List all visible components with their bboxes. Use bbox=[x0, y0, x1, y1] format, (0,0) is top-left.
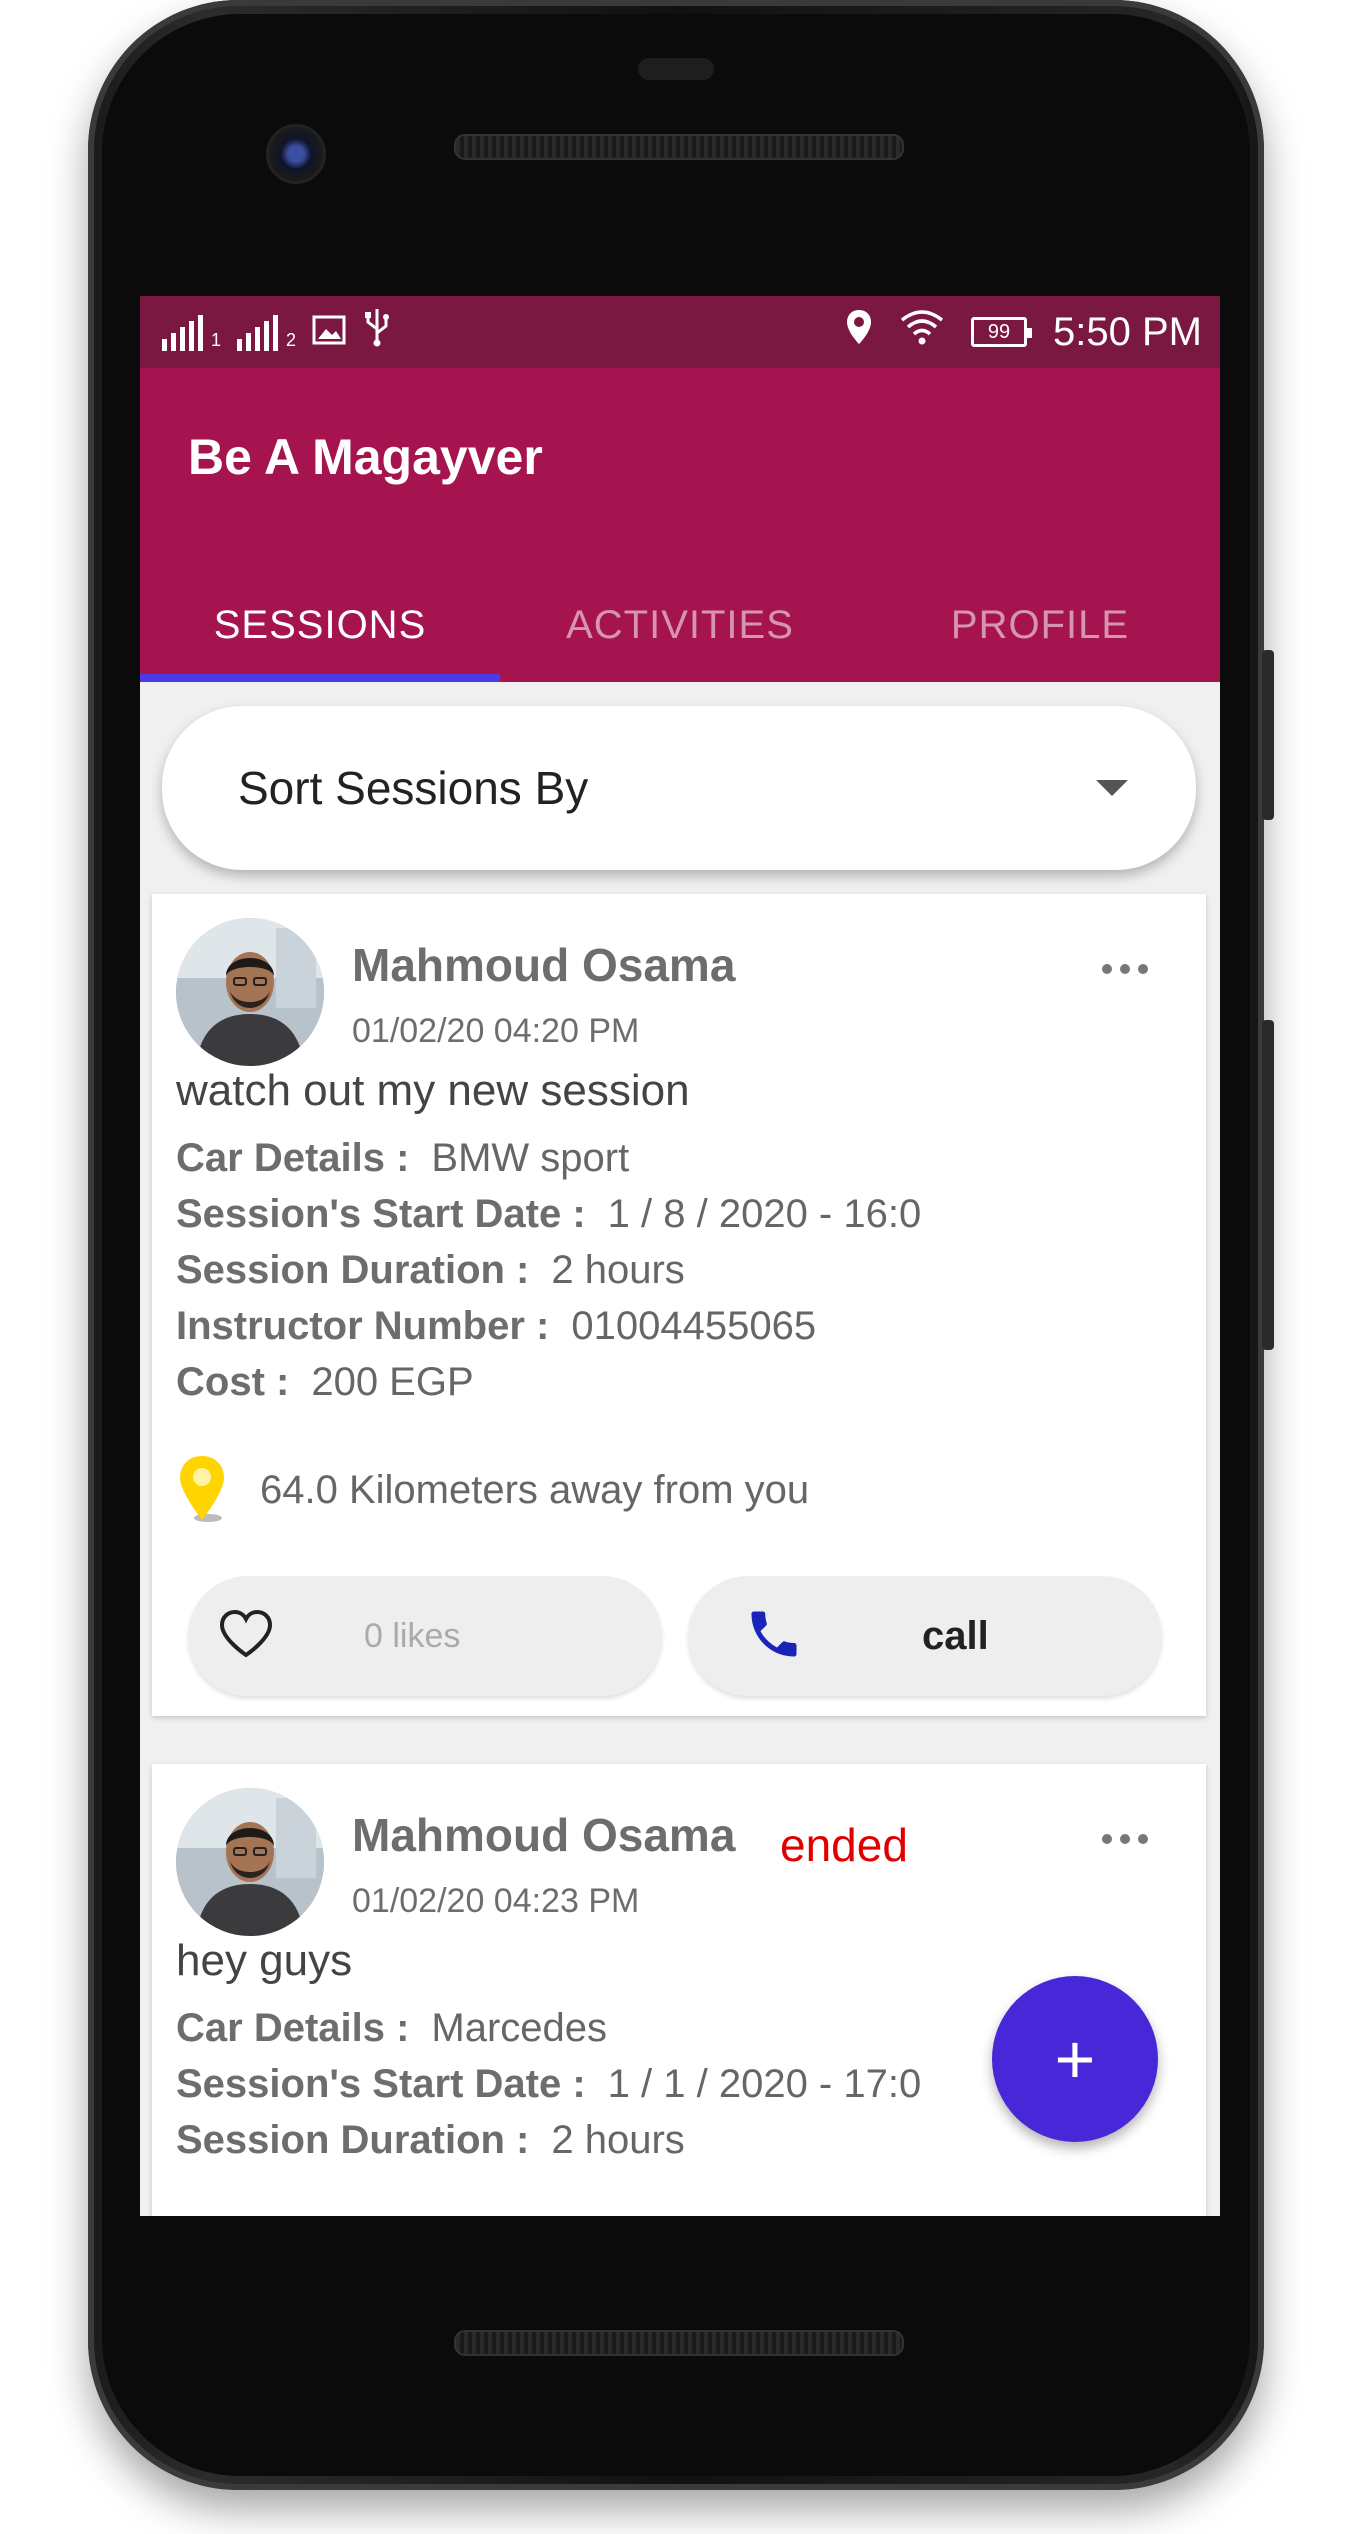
location-icon bbox=[845, 308, 873, 356]
battery-icon: 99 bbox=[971, 317, 1033, 347]
wifi-icon bbox=[899, 308, 945, 356]
field-duration: Session Duration : 2 hours bbox=[176, 1248, 685, 1293]
usb-icon bbox=[362, 307, 392, 357]
field-key: Instructor Number : bbox=[176, 1304, 550, 1348]
plus-icon: + bbox=[1054, 2020, 1096, 2098]
image-icon bbox=[312, 310, 346, 355]
field-key: Session Duration : bbox=[176, 1248, 530, 1292]
heart-icon bbox=[218, 1609, 274, 1664]
distance-text: 64.0 Kilometers away from you bbox=[260, 1468, 810, 1512]
power-button bbox=[1262, 650, 1274, 820]
field-key: Session Duration : bbox=[176, 2118, 530, 2162]
call-button[interactable]: call bbox=[688, 1576, 1162, 1696]
sort-sessions-dropdown[interactable]: Sort Sessions By bbox=[162, 706, 1196, 870]
field-start-date: Session's Start Date : 1 / 8 / 2020 - 16:… bbox=[176, 1192, 921, 1237]
field-instructor-number: Instructor Number : 01004455065 bbox=[176, 1304, 816, 1349]
field-key: Cost : bbox=[176, 1360, 290, 1404]
sim1-label: 1 bbox=[211, 330, 222, 350]
session-card[interactable]: Mahmoud Osama 01/02/20 04:20 PM watch ou… bbox=[152, 894, 1206, 1716]
field-value: 2 hours bbox=[551, 2118, 685, 2162]
like-button[interactable]: 0 likes bbox=[188, 1576, 662, 1696]
avatar[interactable] bbox=[176, 918, 324, 1066]
field-value: BMW sport bbox=[431, 1136, 630, 1180]
more-icon[interactable] bbox=[1102, 964, 1148, 974]
field-value: 2 hours bbox=[551, 1248, 685, 1292]
caret-down-icon bbox=[1096, 780, 1128, 796]
author-name[interactable]: Mahmoud Osama bbox=[352, 1808, 735, 1862]
volume-button bbox=[1262, 1020, 1274, 1350]
more-icon[interactable] bbox=[1102, 1834, 1148, 1844]
post-text: hey guys bbox=[176, 1936, 353, 1985]
front-camera bbox=[266, 124, 326, 184]
status-badge: ended bbox=[780, 1819, 908, 1871]
field-value: 200 EGP bbox=[311, 1360, 474, 1404]
call-label: call bbox=[922, 1613, 989, 1658]
sensor bbox=[638, 58, 714, 80]
post-timestamp: 01/02/20 04:20 PM bbox=[352, 1012, 640, 1050]
phone-icon bbox=[744, 1604, 804, 1669]
pin-icon bbox=[176, 1452, 232, 1529]
clock: 5:50 PM bbox=[1053, 309, 1202, 354]
tab-activities[interactable]: ACTIVITIES bbox=[500, 568, 860, 682]
field-value: 01004455065 bbox=[571, 1304, 817, 1348]
field-car-details: Car Details : Marcedes bbox=[176, 2006, 607, 2051]
field-car-details: Car Details : BMW sport bbox=[176, 1136, 629, 1181]
signal-icon: 2 bbox=[237, 313, 296, 351]
field-start-date: Session's Start Date : 1 / 1 / 2020 - 17:… bbox=[176, 2062, 921, 2107]
field-key: Car Details : bbox=[176, 2006, 410, 2050]
field-key: Session's Start Date : bbox=[176, 2062, 586, 2106]
field-cost: Cost : 200 EGP bbox=[176, 1360, 474, 1405]
tab-sessions[interactable]: SESSIONS bbox=[140, 568, 500, 682]
likes-count: 0 likes bbox=[364, 1616, 461, 1655]
tab-indicator bbox=[140, 674, 500, 682]
field-value: 1 / 1 / 2020 - 17:0 bbox=[607, 2062, 922, 2106]
field-value: 1 / 8 / 2020 - 16:0 bbox=[607, 1192, 922, 1236]
distance-row: 64.0 Kilometers away from you bbox=[176, 1452, 809, 1529]
sort-label: Sort Sessions By bbox=[238, 762, 589, 814]
app-title: Be A Magayver bbox=[188, 429, 543, 485]
field-value: Marcedes bbox=[431, 2006, 608, 2050]
field-key: Car Details : bbox=[176, 1136, 410, 1180]
tab-profile[interactable]: PROFILE bbox=[860, 568, 1220, 682]
app-screen: 1 2 99 5:50 PM Be A Magayver SESSIONS AC… bbox=[140, 296, 1220, 2216]
field-duration: Session Duration : 2 hours bbox=[176, 2118, 685, 2163]
post-text: watch out my new session bbox=[176, 1066, 690, 1115]
add-session-button[interactable]: + bbox=[992, 1976, 1158, 2142]
sim2-label: 2 bbox=[286, 330, 297, 350]
app-bar: Be A Magayver SESSIONS ACTIVITIES PROFIL… bbox=[140, 368, 1220, 682]
tab-bar: SESSIONS ACTIVITIES PROFILE bbox=[140, 568, 1220, 682]
signal-icon: 1 bbox=[162, 313, 221, 351]
bottom-speaker bbox=[454, 2330, 904, 2356]
earpiece-speaker bbox=[454, 134, 904, 160]
post-timestamp: 01/02/20 04:23 PM bbox=[352, 1882, 640, 1920]
avatar[interactable] bbox=[176, 1788, 324, 1936]
status-bar: 1 2 99 5:50 PM bbox=[140, 296, 1220, 368]
field-key: Session's Start Date : bbox=[176, 1192, 586, 1236]
author-name[interactable]: Mahmoud Osama bbox=[352, 938, 735, 992]
